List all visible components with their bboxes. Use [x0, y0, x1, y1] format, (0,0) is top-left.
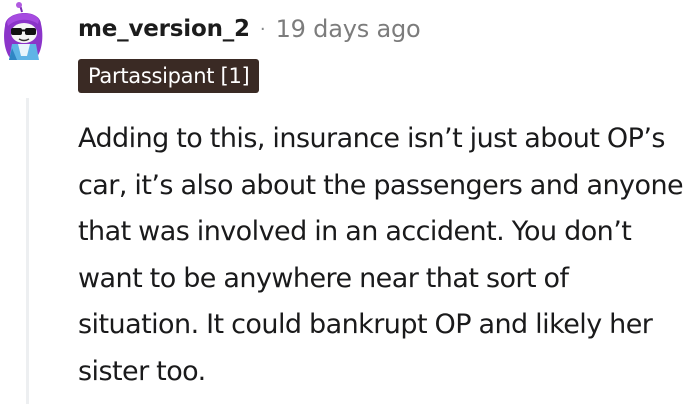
comment-body: Adding to this, insurance isn’t just abo… [78, 123, 684, 387]
user-avatar[interactable] [0, 2, 46, 62]
user-flair-badge: Partassipant [1] [78, 59, 260, 93]
username-link[interactable]: me_version_2 [78, 16, 250, 42]
snoo-avatar-icon [4, 2, 43, 60]
comment: me_version_2 · 19 days ago Partassipant … [0, 0, 700, 404]
comment-timestamp[interactable]: 19 days ago [276, 15, 421, 43]
meta-separator: · [259, 18, 266, 40]
comment-meta: me_version_2 · 19 days ago [78, 12, 421, 46]
thread-line[interactable] [26, 98, 29, 404]
